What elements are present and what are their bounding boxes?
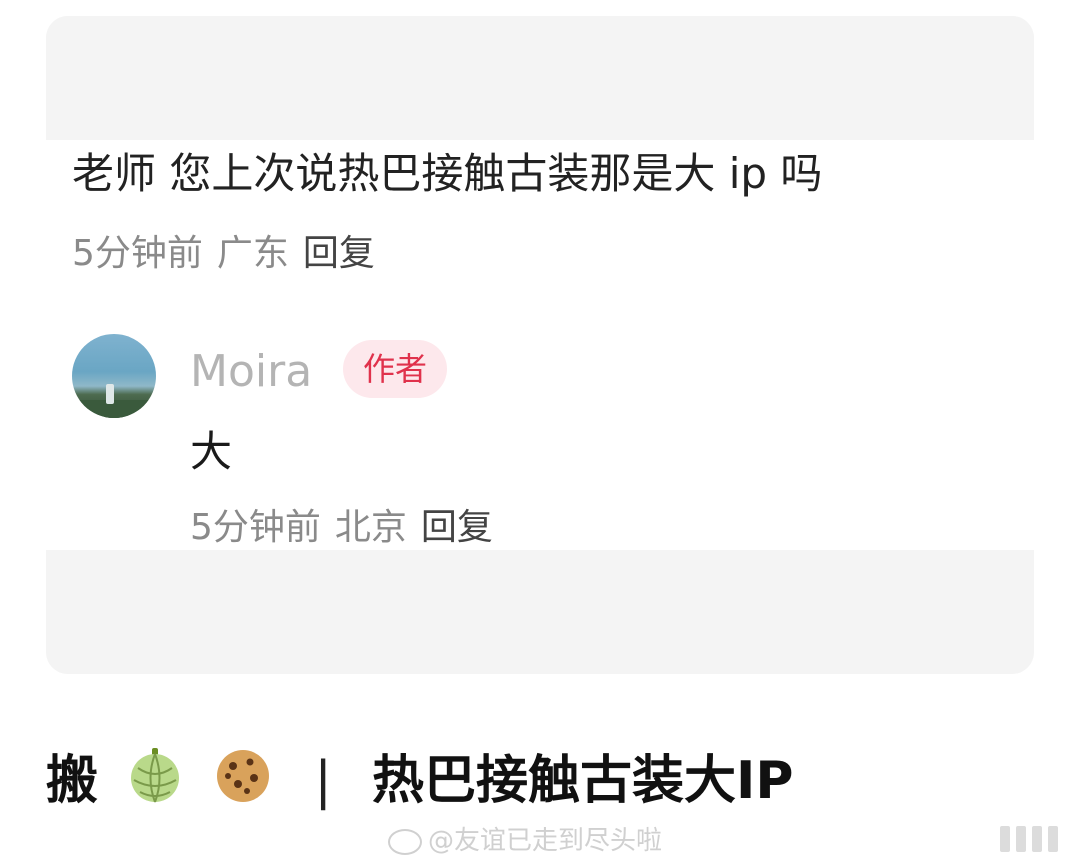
caption-separator: | xyxy=(314,751,332,811)
reply-text: 大 xyxy=(190,427,233,476)
caption: 搬 | 热巴接触古装大IP xyxy=(46,746,793,822)
author-badge: 作者 xyxy=(343,340,448,398)
comment-card: 老师 您上次说热巴接触古装那是大 ip 吗 5分钟前 广东 回复 Moira 作者 … xyxy=(46,16,1034,674)
watermark-text: @友谊已走到尽头啦 xyxy=(428,826,663,856)
caption-prefix: 搬 xyxy=(46,751,99,811)
melon-icon xyxy=(126,746,184,822)
watermark: @友谊已走到尽头啦 xyxy=(388,824,662,858)
card-content-band xyxy=(46,140,1034,550)
weibo-icon xyxy=(388,828,422,855)
author-name[interactable]: Moira xyxy=(190,346,312,398)
reply-meta: 5分钟前 北京 回复 xyxy=(190,506,493,550)
reply-reply-button[interactable]: 回复 xyxy=(421,507,493,548)
reply-location: 北京 xyxy=(334,507,407,548)
comment-location: 广东 xyxy=(216,233,289,274)
cookie-icon xyxy=(212,746,274,822)
avatar-ground xyxy=(72,400,156,418)
caption-title: 热巴接触古装大IP xyxy=(371,751,794,811)
avatar-tower xyxy=(106,384,114,404)
card-top-band xyxy=(46,16,1034,140)
signal-bars-icon xyxy=(1000,826,1074,856)
avatar[interactable] xyxy=(72,334,156,418)
comment-time: 5分钟前 xyxy=(72,233,203,274)
card-bottom-band xyxy=(46,550,1034,674)
comment-text: 老师 您上次说热巴接触古装那是大 ip 吗 xyxy=(72,149,823,198)
comment-reply-button[interactable]: 回复 xyxy=(303,233,375,274)
comment-meta: 5分钟前 广东 回复 xyxy=(72,232,375,276)
reply-time: 5分钟前 xyxy=(190,507,321,548)
